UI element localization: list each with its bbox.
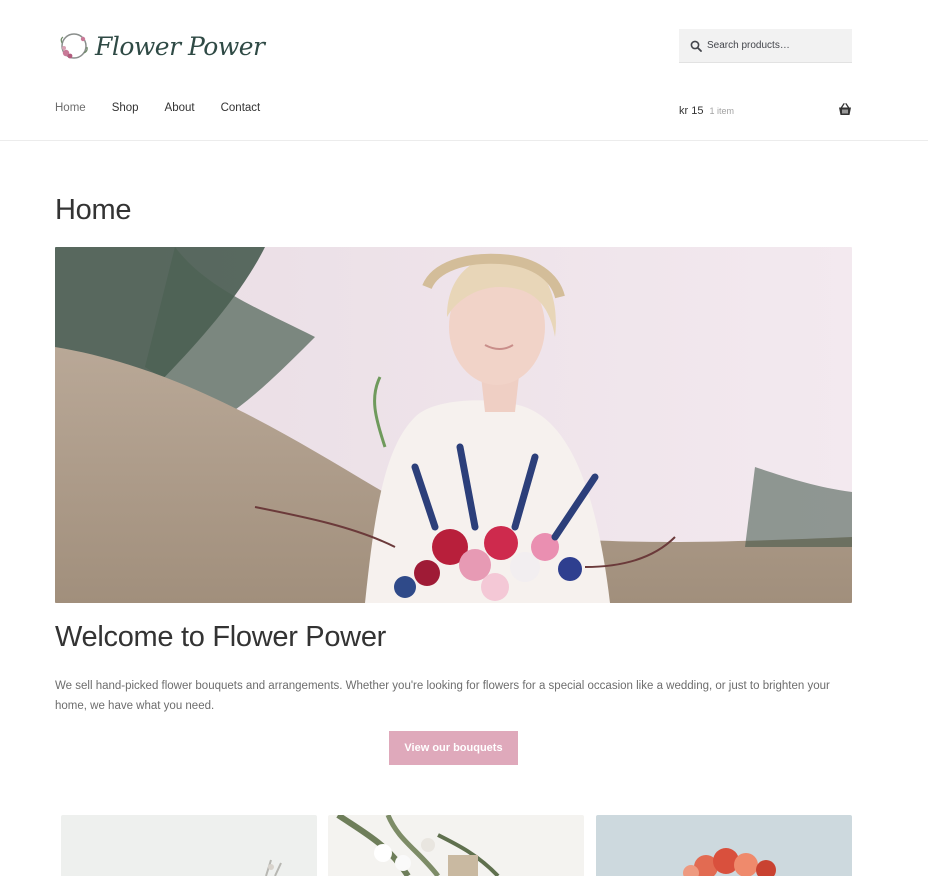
- nav-item-about[interactable]: About: [165, 102, 195, 114]
- view-bouquets-button[interactable]: View our bouquets: [389, 731, 518, 765]
- basket-icon: [839, 103, 851, 115]
- cart-item-count: 1 item: [709, 106, 734, 116]
- search-icon: [690, 40, 702, 52]
- intro-paragraph: We sell hand-picked flower bouquets and …: [55, 680, 830, 712]
- flower-wreath-icon: [60, 33, 88, 59]
- page-title: Home: [55, 194, 132, 226]
- nav-item-shop[interactable]: Shop: [112, 102, 139, 114]
- mini-cart[interactable]: kr 15 1 item: [679, 102, 852, 120]
- cart-amount: kr 15: [679, 105, 704, 117]
- product-thumbnail[interactable]: [596, 815, 852, 876]
- welcome-heading: Welcome to Flower Power: [55, 621, 387, 653]
- site-logo[interactable]: Flower Power: [57, 26, 265, 66]
- logo-text: Flower Power: [95, 31, 265, 61]
- search-input[interactable]: [707, 40, 847, 51]
- product-thumbnail[interactable]: [61, 815, 317, 876]
- hero-image: [55, 247, 852, 603]
- primary-navigation: Home Shop About Contact: [55, 102, 286, 114]
- nav-item-contact[interactable]: Contact: [221, 102, 261, 114]
- nav-item-home[interactable]: Home: [55, 102, 86, 114]
- product-search: [679, 29, 852, 63]
- product-thumbnail[interactable]: [328, 815, 584, 876]
- site-header: Flower Power Home Shop About Contact kr …: [0, 0, 928, 141]
